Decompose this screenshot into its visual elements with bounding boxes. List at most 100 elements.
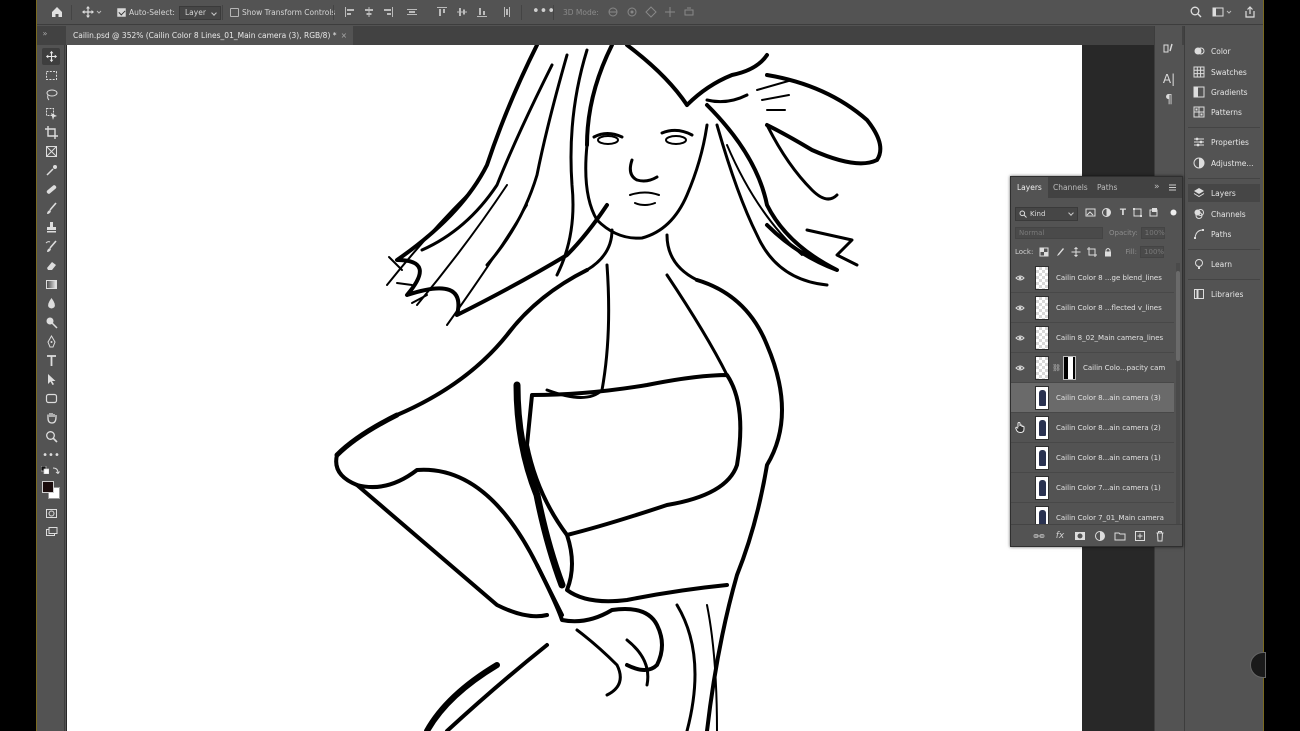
delete-layer-icon[interactable] <box>1154 530 1166 542</box>
tab-channels[interactable]: Channels <box>1047 177 1094 198</box>
show-transform-checkbox[interactable]: Show Transform Controls <box>230 5 335 20</box>
home-icon[interactable] <box>50 5 64 19</box>
clone-stamp-tool-icon[interactable] <box>42 219 60 236</box>
document-canvas[interactable] <box>67 45 1082 731</box>
lock-artboard-icon[interactable] <box>1087 246 1098 257</box>
move-tool-icon[interactable] <box>42 48 60 65</box>
dock-item-adjustments[interactable]: Adjustme... <box>1188 154 1260 172</box>
dock-item-learn[interactable]: Learn <box>1188 255 1260 273</box>
link-layers-icon[interactable] <box>1033 530 1045 542</box>
auto-select-checkbox[interactable]: Auto-Select: <box>117 5 175 20</box>
add-mask-icon[interactable] <box>1074 530 1086 542</box>
marquee-tool-icon[interactable] <box>42 67 60 84</box>
visibility-eye-icon[interactable] <box>1011 263 1029 293</box>
filter-toggle-icon[interactable] <box>1168 207 1180 219</box>
close-tab-icon[interactable]: × <box>341 26 347 45</box>
auto-select-check[interactable] <box>117 8 126 17</box>
quick-mask-icon[interactable] <box>42 505 60 522</box>
eraser-tool-icon[interactable] <box>42 257 60 274</box>
type-tool-icon[interactable] <box>42 352 60 369</box>
eyedropper-tool-icon[interactable] <box>42 162 60 179</box>
mask-link-icon[interactable]: ⛓ <box>1052 364 1061 372</box>
visibility-eye-icon[interactable] <box>1011 293 1029 323</box>
blur-tool-icon[interactable] <box>42 295 60 312</box>
dock-item-patterns[interactable]: Patterns <box>1188 103 1260 121</box>
scrollbar-thumb[interactable] <box>1176 271 1180 361</box>
character-icon[interactable]: A| <box>1161 71 1177 87</box>
visibility-toggle-empty[interactable] <box>1011 443 1029 473</box>
paragraph-icon[interactable]: ¶ <box>1161 91 1177 107</box>
visibility-toggle-empty[interactable] <box>1011 503 1029 526</box>
layer-row[interactable]: Cailin Color 8 ...ge blend_lines <box>1011 263 1174 293</box>
lasso-tool-icon[interactable] <box>42 86 60 103</box>
auto-select-target-dropdown[interactable]: Layer <box>179 5 221 20</box>
new-group-icon[interactable] <box>1114 530 1126 542</box>
layer-row[interactable]: ⛓ Cailin Colo...pacity cam <box>1011 353 1174 383</box>
fx-icon[interactable]: fx <box>1054 530 1066 542</box>
history-brush-tool-icon[interactable] <box>42 238 60 255</box>
dock-item-layers[interactable]: Layers <box>1188 184 1260 202</box>
align-left-icon[interactable] <box>343 5 357 19</box>
gradient-tool-icon[interactable] <box>42 276 60 293</box>
tab-layers[interactable]: Layers <box>1011 177 1048 198</box>
ellipsis-icon[interactable]: ••• <box>532 5 555 19</box>
dock-item-color[interactable]: Color <box>1188 42 1260 60</box>
chevron-down-icon[interactable] <box>1225 5 1233 19</box>
show-transform-check[interactable] <box>230 8 239 17</box>
move-tool-icon[interactable] <box>81 5 95 19</box>
align-bottom-icon[interactable] <box>475 5 489 19</box>
default-colors-icon[interactable] <box>41 466 49 474</box>
share-icon[interactable] <box>1243 5 1257 19</box>
path-select-tool-icon[interactable] <box>42 371 60 388</box>
hand-cursor-icon[interactable] <box>1011 413 1029 443</box>
foreground-color-swatch[interactable] <box>42 481 54 493</box>
collapse-panel-icon[interactable]: » <box>1151 177 1163 198</box>
adjustment-filter-icon[interactable] <box>1101 207 1113 219</box>
adjustment-layer-icon[interactable] <box>1094 530 1106 542</box>
tab-paths[interactable]: Paths <box>1091 177 1123 198</box>
align-center-icon[interactable] <box>362 5 376 19</box>
layer-row[interactable]: Cailin Color 8...ain camera (1) <box>1011 443 1174 473</box>
object-select-tool-icon[interactable] <box>42 105 60 122</box>
visibility-eye-icon[interactable] <box>1011 353 1029 383</box>
auto-select-target[interactable]: Layer <box>179 5 221 20</box>
layer-row-selected[interactable]: Cailin Color 8...ain camera (3) <box>1011 383 1174 413</box>
crop-tool-icon[interactable] <box>42 124 60 141</box>
screen-mode-icon[interactable] <box>42 524 60 541</box>
frame-tool-icon[interactable] <box>42 143 60 160</box>
dock-item-gradients[interactable]: Gradients <box>1188 83 1260 101</box>
search-icon[interactable] <box>1189 5 1203 19</box>
smart-object-filter-icon[interactable] <box>1148 207 1160 219</box>
lock-all-icon[interactable] <box>1103 247 1113 257</box>
distribute-vertical-icon[interactable] <box>500 5 514 19</box>
dodge-tool-icon[interactable] <box>42 314 60 331</box>
new-layer-icon[interactable] <box>1134 530 1146 542</box>
brush-settings-icon[interactable] <box>1161 42 1177 58</box>
align-right-icon[interactable] <box>381 5 395 19</box>
layer-row[interactable]: Cailin 8_02_Main camera_lines <box>1011 323 1174 353</box>
chevron-down-icon[interactable] <box>95 5 103 19</box>
layer-mask-thumbnail[interactable] <box>1063 355 1076 380</box>
dock-item-paths[interactable]: Paths <box>1188 225 1260 243</box>
panel-menu-icon[interactable] <box>1165 177 1180 198</box>
shape-filter-icon[interactable] <box>1132 207 1144 219</box>
visibility-toggle-empty[interactable] <box>1011 383 1029 413</box>
layer-list-scrollbar[interactable] <box>1176 263 1180 525</box>
layer-row[interactable]: Cailin Color 7...ain camera (1) <box>1011 473 1174 503</box>
dock-item-swatches[interactable]: Swatches <box>1188 63 1260 81</box>
align-top-icon[interactable] <box>435 5 449 19</box>
workspace-icon[interactable] <box>1211 5 1225 19</box>
lock-position-icon[interactable] <box>1071 246 1081 257</box>
visibility-eye-icon[interactable] <box>1011 323 1029 353</box>
healing-brush-tool-icon[interactable] <box>42 181 60 198</box>
dock-item-channels[interactable]: Channels <box>1188 205 1260 223</box>
document-tab[interactable]: Cailin.psd @ 352% (Cailin Color 8 Lines_… <box>66 26 353 45</box>
pen-tool-icon[interactable] <box>42 333 60 350</box>
pixel-filter-icon[interactable] <box>1085 207 1097 219</box>
lock-transparent-icon[interactable] <box>1039 247 1049 257</box>
dock-item-libraries[interactable]: Libraries <box>1188 285 1260 303</box>
collapse-toolbar-icon[interactable]: » <box>40 27 50 41</box>
layer-row[interactable]: Cailin Color 8 ...flected v_lines <box>1011 293 1174 323</box>
type-filter-icon[interactable]: T <box>1117 207 1129 219</box>
layer-row[interactable]: Cailin Color 7_01_Main camera <box>1011 503 1174 525</box>
